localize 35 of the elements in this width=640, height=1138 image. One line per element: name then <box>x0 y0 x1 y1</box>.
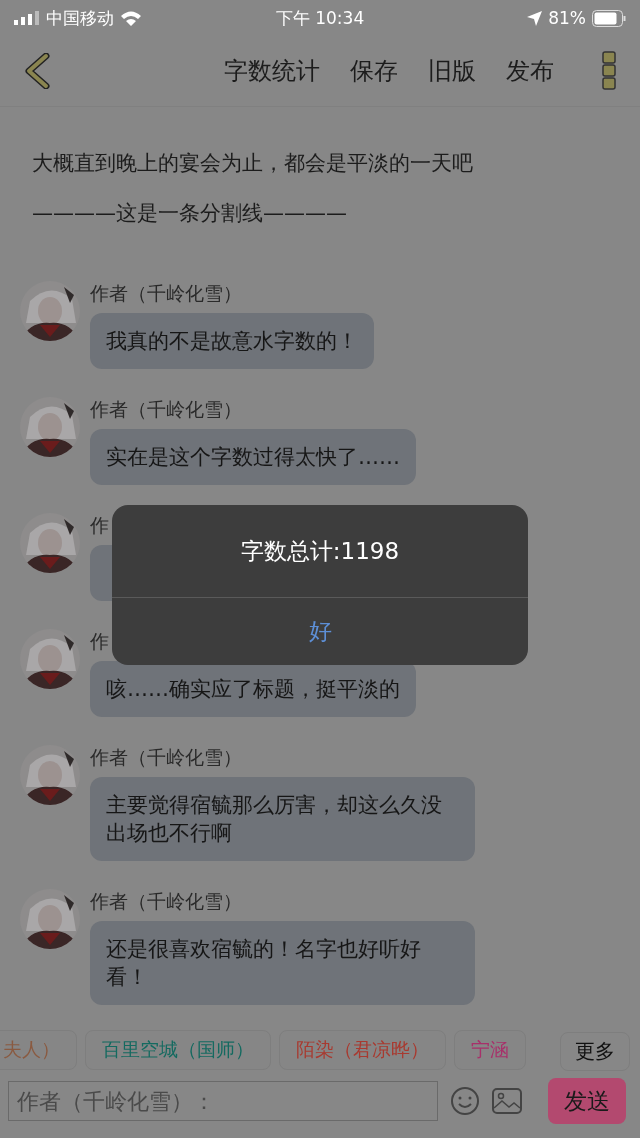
wifi-icon <box>120 10 142 26</box>
signal-icon <box>14 11 40 25</box>
author-name: 作 <box>90 513 109 538</box>
author-name: 作 <box>90 629 109 654</box>
alert-title: 字数总计:1198 <box>112 505 528 598</box>
more-button[interactable]: 更多 <box>560 1032 630 1071</box>
message-bubble: 咳……确实应了标题，挺平淡的 <box>90 661 416 717</box>
toolbar-action[interactable]: 发布 <box>506 55 554 87</box>
battery-percent: 81% <box>548 8 586 28</box>
location-arrow-icon <box>527 10 543 26</box>
author-name: 作者（千岭化雪） <box>90 397 242 422</box>
role-tag[interactable]: 宁涵 <box>454 1030 526 1070</box>
carrier-name: 中国移动 <box>46 6 114 30</box>
message-input[interactable]: 作者（千岭化雪）： <box>8 1081 438 1121</box>
message-bubble: 我真的不是故意水字数的！ <box>90 313 374 369</box>
text-line: 大概直到晚上的宴会为止，都会是平淡的一天吧 <box>32 151 473 175</box>
message-bubble: 实在是这个字数过得太快了…… <box>90 429 416 485</box>
toolbar-action[interactable]: 字数统计 <box>224 55 320 87</box>
send-button[interactable]: 发送 <box>548 1078 626 1124</box>
author-name: 作者（千岭化雪） <box>90 281 242 306</box>
author-name: 作者（千岭化雪） <box>90 889 242 914</box>
role-tag[interactable]: 陌染（君凉晔） <box>279 1030 446 1070</box>
toolbar-action[interactable]: 旧版 <box>428 55 476 87</box>
toolbar-action[interactable]: 保存 <box>350 55 398 87</box>
status-time: 下午 10:34 <box>275 7 365 28</box>
divider-text: ————这是一条分割线———— <box>31 200 348 227</box>
more-menu-icon[interactable] <box>602 51 616 91</box>
image-icon[interactable] <box>492 1088 522 1114</box>
author-name: 作者（千岭化雪） <box>90 745 242 770</box>
back-icon[interactable] <box>24 53 50 89</box>
role-tag[interactable]: 百里空城（国师） <box>85 1030 271 1070</box>
emoji-icon[interactable] <box>450 1086 480 1116</box>
message-bubble: 主要觉得宿毓那么厉害，却这么久没出场也不行啊 <box>90 777 475 861</box>
message-bubble: 还是很喜欢宿毓的！名字也好听好看！ <box>90 921 475 1005</box>
battery-icon <box>592 9 626 27</box>
